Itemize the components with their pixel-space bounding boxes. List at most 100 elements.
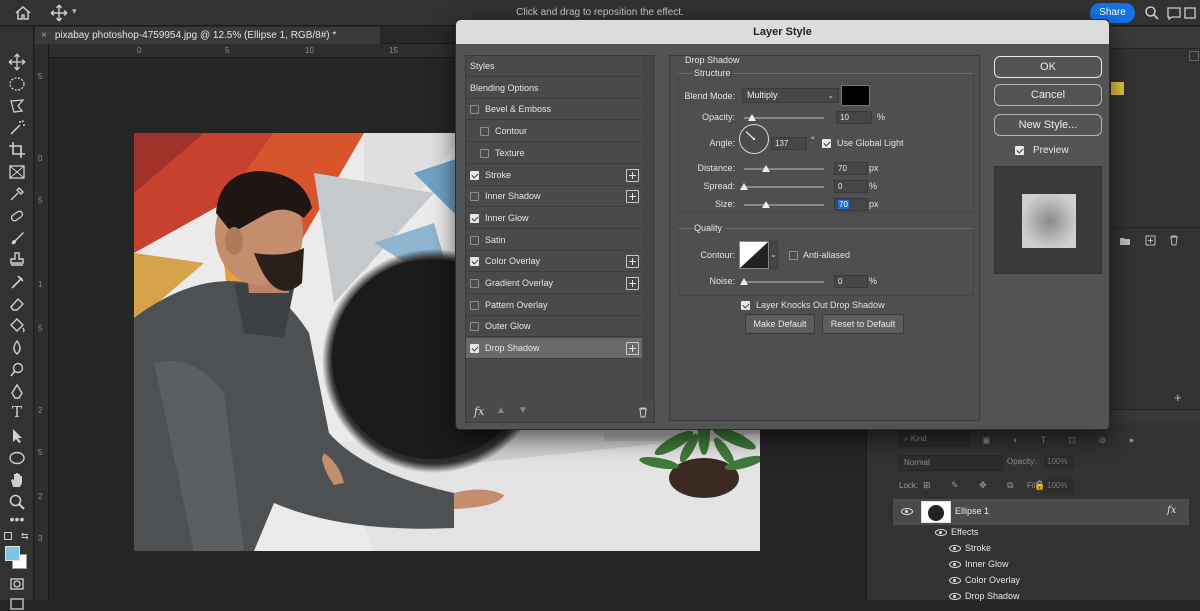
style-item-checkbox[interactable] xyxy=(470,192,479,202)
spread-input[interactable]: 0 xyxy=(834,180,868,193)
opacity-slider[interactable] xyxy=(744,117,824,119)
style-item[interactable]: Contour xyxy=(466,121,642,143)
effect-item[interactable]: Stroke xyxy=(965,543,991,553)
style-item-checkbox[interactable] xyxy=(470,300,479,310)
swatch-yellow[interactable] xyxy=(1111,82,1124,95)
style-item[interactable]: Inner Glow xyxy=(466,208,642,229)
style-item-checkbox[interactable] xyxy=(470,257,479,267)
trash-icon[interactable] xyxy=(1169,235,1179,246)
eyedropper-icon[interactable] xyxy=(8,185,26,203)
style-item[interactable]: Drop Shadow xyxy=(466,338,642,360)
move-up-icon[interactable]: ▲ xyxy=(496,405,506,416)
style-item-checkbox[interactable] xyxy=(480,127,489,137)
effect-item[interactable]: Color Overlay xyxy=(965,575,1020,585)
add-effect-icon[interactable] xyxy=(626,190,639,204)
spread-slider-thumb[interactable] xyxy=(740,183,748,190)
visibility-eye-icon[interactable] xyxy=(901,508,913,515)
size-slider-thumb[interactable] xyxy=(762,201,771,208)
brush-icon[interactable] xyxy=(8,229,26,247)
style-item[interactable]: Satin xyxy=(466,230,642,251)
zoom-icon[interactable] xyxy=(8,493,26,511)
crop-icon[interactable] xyxy=(8,141,26,159)
search-icon[interactable] xyxy=(1144,5,1160,21)
make-default-button[interactable]: Make Default xyxy=(745,314,815,334)
effect-eye-icon[interactable] xyxy=(949,577,961,584)
panel-menu-icon[interactable] xyxy=(1189,51,1199,61)
distance-input[interactable]: 70 xyxy=(834,162,868,175)
frame-icon[interactable] xyxy=(8,163,26,181)
style-item[interactable]: Stroke xyxy=(466,165,642,186)
default-colors-icon[interactable] xyxy=(4,532,12,540)
angle-dial[interactable] xyxy=(738,123,770,155)
distance-slider[interactable] xyxy=(744,168,824,170)
quick-mask-icon[interactable] xyxy=(8,575,26,593)
folder-icon[interactable] xyxy=(1119,236,1131,246)
anti-aliased-checkbox[interactable] xyxy=(789,251,798,260)
spread-slider[interactable] xyxy=(744,186,824,188)
hand-icon[interactable] xyxy=(8,471,26,489)
workspace-icon[interactable] xyxy=(1184,5,1196,21)
size-input[interactable]: 70 xyxy=(834,198,868,211)
contour-dropdown-icon[interactable]: ⌄ xyxy=(769,241,778,269)
foreground-color-swatch[interactable] xyxy=(5,546,20,561)
style-item-checkbox[interactable] xyxy=(470,344,479,354)
dodge-icon[interactable] xyxy=(8,361,26,379)
style-item-checkbox[interactable] xyxy=(470,235,479,245)
magic-wand-icon[interactable] xyxy=(8,119,26,137)
style-item-checkbox[interactable] xyxy=(470,322,479,332)
use-global-light-checkbox[interactable] xyxy=(822,139,831,148)
cancel-button[interactable]: Cancel xyxy=(994,84,1102,106)
blur-icon[interactable] xyxy=(8,339,26,357)
style-item-checkbox[interactable] xyxy=(470,170,479,180)
style-item[interactable]: Outer Glow xyxy=(466,316,642,338)
add-effect-icon[interactable] xyxy=(626,255,639,269)
angle-input[interactable]: 137 xyxy=(771,137,807,150)
kind-filter[interactable]: ⌕ Kind xyxy=(899,431,969,447)
add-effect-icon[interactable] xyxy=(626,277,639,290)
fx-badge-icon[interactable]: fx xyxy=(1167,505,1176,516)
style-item-checkbox[interactable] xyxy=(470,105,479,115)
type-icon[interactable]: T xyxy=(8,403,26,421)
healing-brush-icon[interactable] xyxy=(8,207,26,225)
screen-mode-icon[interactable] xyxy=(8,597,26,611)
style-item[interactable]: Texture xyxy=(466,143,642,164)
preview-checkbox[interactable] xyxy=(1015,146,1024,155)
effect-eye-icon[interactable] xyxy=(949,593,961,600)
style-item[interactable]: Color Overlay xyxy=(466,251,642,273)
delete-effect-icon[interactable] xyxy=(638,407,648,418)
style-item[interactable]: Styles xyxy=(466,56,642,77)
style-item[interactable]: Pattern Overlay xyxy=(466,295,642,316)
more-tools-icon[interactable]: ••• xyxy=(8,511,26,529)
add-effect-icon[interactable] xyxy=(626,342,639,356)
opacity-slider-thumb[interactable] xyxy=(748,114,756,121)
new-style-button[interactable]: New Style... xyxy=(994,114,1102,136)
fx-icon[interactable]: fx xyxy=(474,405,484,418)
style-item-checkbox[interactable] xyxy=(470,279,479,288)
blend-mode-select[interactable]: Multiply ⌄ xyxy=(742,88,839,103)
effect-eye-icon[interactable] xyxy=(949,561,961,568)
learn-icon[interactable] xyxy=(1166,5,1182,21)
reset-to-default-button[interactable]: Reset to Default xyxy=(822,314,904,334)
path-selection-icon[interactable] xyxy=(8,427,26,445)
move-down-icon[interactable]: ▼ xyxy=(518,405,528,416)
style-item-checkbox[interactable] xyxy=(480,148,489,158)
paint-bucket-icon[interactable] xyxy=(8,317,26,335)
ok-button[interactable]: OK xyxy=(994,56,1102,78)
swap-colors-icon[interactable]: ⇆ xyxy=(21,531,29,542)
layers-opacity-input[interactable]: 100% xyxy=(1044,455,1074,469)
layer-row-ellipse[interactable]: Ellipse 1 fx xyxy=(893,499,1189,525)
document-tab[interactable]: × pixabay photoshop-4759954.jpg @ 12.5% (… xyxy=(35,27,380,44)
noise-input[interactable]: 0 xyxy=(834,275,868,288)
move-icon[interactable] xyxy=(8,53,26,71)
opacity-input[interactable]: 10 xyxy=(836,111,872,124)
style-item[interactable]: Blending Options xyxy=(466,78,642,99)
ellipse-tool-icon[interactable] xyxy=(8,449,26,467)
style-item-checkbox[interactable] xyxy=(470,213,479,223)
close-tab-icon[interactable]: × xyxy=(41,30,47,41)
effects-eye-icon[interactable] xyxy=(935,529,947,536)
history-brush-icon[interactable] xyxy=(8,273,26,291)
elliptical-marquee-icon[interactable] xyxy=(8,75,26,93)
lasso-icon[interactable] xyxy=(8,97,26,115)
noise-slider-thumb[interactable] xyxy=(740,278,748,285)
pen-icon[interactable] xyxy=(8,383,26,401)
